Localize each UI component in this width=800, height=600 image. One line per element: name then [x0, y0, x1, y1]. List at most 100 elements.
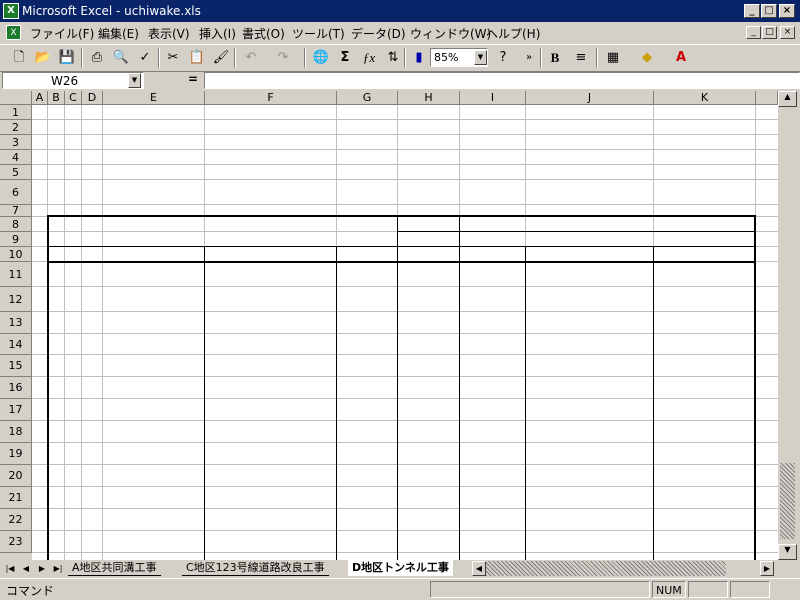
- vertical-scrollbar[interactable]: ▲ ▼: [778, 91, 797, 560]
- gridline: [32, 442, 778, 443]
- maximize-button[interactable]: □: [761, 4, 777, 18]
- row-header[interactable]: 19: [0, 443, 32, 465]
- row-header[interactable]: 20: [0, 465, 32, 487]
- row-header[interactable]: 11: [0, 262, 32, 287]
- row-header[interactable]: 6: [0, 180, 32, 205]
- select-all-corner[interactable]: [0, 91, 32, 105]
- column-header[interactable]: I: [460, 91, 526, 105]
- print-preview-icon[interactable]: 🔍: [110, 48, 132, 68]
- doc-minimize-button[interactable]: _: [746, 26, 761, 39]
- row-header[interactable]: 21: [0, 487, 32, 509]
- column-header[interactable]: A: [32, 91, 48, 105]
- formula-input[interactable]: [204, 72, 800, 89]
- name-box[interactable]: W26: [2, 72, 144, 89]
- hyperlink-icon[interactable]: 🌐: [310, 48, 332, 68]
- row-header[interactable]: 9: [0, 232, 32, 247]
- row-header[interactable]: 23: [0, 531, 32, 553]
- row-header[interactable]: 16: [0, 377, 32, 399]
- row-header[interactable]: 2: [0, 120, 32, 135]
- column-header[interactable]: K: [654, 91, 756, 105]
- row-header[interactable]: 12: [0, 287, 32, 312]
- row-header[interactable]: 1: [0, 105, 32, 120]
- minimize-button[interactable]: _: [744, 4, 760, 18]
- save-icon[interactable]: 💾: [56, 48, 78, 68]
- row-header[interactable]: 18: [0, 421, 32, 443]
- hscroll-left-icon[interactable]: ◀: [472, 561, 486, 576]
- row-header[interactable]: 3: [0, 135, 32, 150]
- column-header[interactable]: E: [103, 91, 205, 105]
- menu-data[interactable]: データ(D): [351, 25, 406, 42]
- table-border: [47, 246, 756, 247]
- bold-button[interactable]: B: [544, 48, 566, 68]
- table-border: [459, 246, 460, 560]
- zoom-dropdown-icon[interactable]: ▼: [474, 50, 487, 65]
- menu-insert[interactable]: 挿入(I): [199, 25, 236, 42]
- gridline: [32, 398, 778, 399]
- menu-format[interactable]: 書式(O): [242, 25, 285, 42]
- scroll-track[interactable]: [780, 463, 795, 539]
- row-header[interactable]: 14: [0, 334, 32, 355]
- font-color-icon[interactable]: A: [670, 48, 692, 68]
- new-file-icon[interactable]: 🗋: [8, 48, 30, 68]
- sheet-tab[interactable]: C地区123号線道路改良工事: [182, 560, 329, 576]
- spelling-icon[interactable]: ✓: [134, 48, 156, 68]
- row-header[interactable]: 4: [0, 150, 32, 165]
- format-painter-icon[interactable]: 🖌: [210, 48, 232, 68]
- row-header[interactable]: 17: [0, 399, 32, 421]
- help-icon[interactable]: ?: [492, 48, 514, 68]
- doc-restore-button[interactable]: □: [762, 26, 777, 39]
- row-header[interactable]: 7: [0, 205, 32, 217]
- sheet-tab[interactable]: A地区共同溝工事: [68, 560, 161, 576]
- scroll-up-icon[interactable]: ▲: [778, 91, 797, 107]
- row-header[interactable]: 22: [0, 509, 32, 531]
- column-header[interactable]: B: [48, 91, 65, 105]
- doc-close-button[interactable]: ×: [780, 26, 795, 39]
- print-icon[interactable]: ⎙: [86, 48, 108, 68]
- hscroll-track[interactable]: [486, 561, 726, 576]
- scroll-down-icon[interactable]: ▼: [778, 544, 797, 560]
- undo-icon[interactable]: ↶: [240, 48, 262, 68]
- function-icon[interactable]: ƒx: [358, 48, 380, 68]
- menu-tools[interactable]: ツール(T): [292, 25, 345, 42]
- column-header[interactable]: D: [82, 91, 103, 105]
- row-header[interactable]: 8: [0, 217, 32, 232]
- cut-icon[interactable]: ✂: [162, 48, 184, 68]
- paste-icon[interactable]: 📋: [186, 48, 208, 68]
- close-button[interactable]: ×: [779, 4, 795, 18]
- menu-file[interactable]: ファイル(F): [30, 25, 94, 42]
- worksheet-grid[interactable]: [32, 105, 778, 560]
- gridline: [32, 179, 778, 180]
- workbook-icon[interactable]: X: [6, 25, 21, 40]
- toolbar-overflow-icon[interactable]: »: [518, 48, 540, 68]
- gridline: [32, 464, 778, 465]
- borders-icon[interactable]: ▦: [602, 48, 624, 68]
- menu-window[interactable]: ウィンドウ(W): [410, 25, 491, 42]
- chart-wizard-icon[interactable]: ▮: [408, 48, 430, 68]
- hscroll-right-icon[interactable]: ▶: [760, 561, 774, 576]
- next-sheet-icon[interactable]: ▶: [36, 562, 48, 576]
- menu-help[interactable]: ヘルプ(H): [486, 25, 540, 42]
- first-sheet-icon[interactable]: |◀: [4, 562, 16, 576]
- column-header[interactable]: H: [398, 91, 460, 105]
- fill-color-icon[interactable]: ◆: [636, 48, 658, 68]
- redo-icon[interactable]: ↷: [272, 48, 294, 68]
- column-header[interactable]: J: [526, 91, 654, 105]
- row-header[interactable]: 15: [0, 355, 32, 377]
- column-header[interactable]: F: [205, 91, 337, 105]
- excel-app-icon[interactable]: X: [3, 3, 19, 19]
- row-header[interactable]: 10: [0, 247, 32, 262]
- last-sheet-icon[interactable]: ▶|: [52, 562, 64, 576]
- name-box-dropdown-icon[interactable]: ▼: [128, 73, 141, 88]
- open-folder-icon[interactable]: 📂: [32, 48, 54, 68]
- menu-edit[interactable]: 編集(E): [98, 25, 139, 42]
- sheet-tab-active[interactable]: D地区トンネル工事: [348, 560, 453, 576]
- row-header[interactable]: 13: [0, 312, 32, 334]
- sort-ascending-icon[interactable]: ⇅: [382, 48, 404, 68]
- column-header[interactable]: C: [65, 91, 82, 105]
- column-header[interactable]: G: [337, 91, 398, 105]
- autosum-icon[interactable]: Σ: [334, 48, 356, 68]
- menu-view[interactable]: 表示(V): [148, 25, 190, 42]
- prev-sheet-icon[interactable]: ◀: [20, 562, 32, 576]
- align-center-icon[interactable]: ≡: [570, 48, 592, 68]
- row-header[interactable]: 5: [0, 165, 32, 180]
